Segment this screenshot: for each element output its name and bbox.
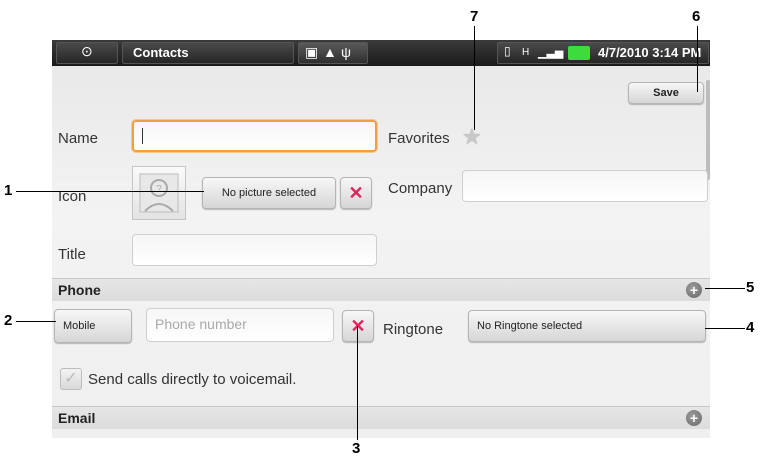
title-label: Title: [58, 246, 86, 263]
name-label: Name: [58, 130, 99, 147]
callout-4-line: [705, 328, 745, 329]
picture-button[interactable]: No picture selected: [202, 177, 336, 209]
callout-6-line: [697, 26, 698, 92]
callout-5-line: [705, 288, 745, 289]
svg-text:?: ?: [156, 184, 162, 195]
voicemail-label: Send calls directly to voicemail.: [88, 371, 297, 388]
phone-number-input[interactable]: Phone number: [146, 308, 334, 342]
delete-x-icon: ✕: [348, 182, 364, 203]
star-icon[interactable]: ★: [462, 124, 482, 150]
add-phone-icon[interactable]: +: [686, 282, 702, 298]
remove-phone-button[interactable]: ✕: [342, 310, 374, 342]
ringtone-button[interactable]: No Ringtone selected: [468, 310, 706, 342]
company-input[interactable]: [462, 170, 708, 202]
clock: 4/7/2010 3:14 PM: [598, 45, 702, 60]
person-placeholder-icon: ?: [139, 173, 179, 213]
ringtone-label: Ringtone: [383, 321, 444, 338]
edit-contact-screen: Save Name Favorites ★ Icon ? No picture …: [52, 66, 710, 438]
email-section-header: Email +: [52, 406, 710, 429]
app-title-segment[interactable]: Contacts: [122, 42, 294, 64]
notification-icons[interactable]: ▣ ▲ ψ: [298, 42, 368, 64]
scrollbar[interactable]: [706, 80, 710, 180]
system-status: ▯ H ▁▃▅ 4/7/2010 3:14 PM: [497, 42, 709, 64]
status-bar: ⊙ Contacts ▣ ▲ ψ ▯ H ▁▃▅ 4/7/2010 3:14 P…: [52, 40, 710, 66]
email-section-title: Email: [58, 410, 96, 426]
remove-picture-button[interactable]: ✕: [340, 177, 372, 209]
phone-section-header: Phone +: [52, 278, 710, 301]
voicemail-checkbox[interactable]: ✓: [60, 368, 82, 390]
circle-chevron-icon: ⊙: [81, 43, 93, 59]
delete-x-icon: ✕: [350, 315, 366, 336]
callout-2-line: [16, 321, 56, 322]
save-button[interactable]: Save: [628, 82, 704, 104]
text-cursor: [142, 128, 143, 144]
callout-2: 2: [4, 312, 13, 329]
app-title: Contacts: [133, 45, 189, 60]
add-email-icon[interactable]: +: [686, 410, 702, 426]
callout-7: 7: [470, 8, 479, 25]
favorites-label: Favorites: [388, 130, 450, 147]
vibrate-icon: ▯: [504, 44, 511, 58]
title-input[interactable]: [132, 234, 377, 266]
name-input[interactable]: [132, 120, 377, 152]
callout-1: 1: [4, 182, 13, 199]
callout-6: 6: [692, 8, 701, 25]
callout-1-line: [16, 191, 204, 192]
contact-photo[interactable]: ?: [132, 166, 186, 220]
callout-4: 4: [746, 319, 755, 336]
menu-button[interactable]: ⊙: [56, 42, 118, 64]
company-label: Company: [388, 180, 453, 197]
signal-icon: ▁▃▅: [538, 47, 564, 59]
network-type-icon: H: [522, 47, 530, 58]
phone-section-title: Phone: [58, 282, 101, 298]
phone-type-button[interactable]: Mobile: [54, 309, 132, 343]
callout-3: 3: [352, 440, 361, 457]
battery-charging-icon: [568, 46, 590, 60]
callout-3-line: [357, 326, 358, 440]
lock-icon: ▣: [305, 44, 319, 60]
callout-5: 5: [746, 279, 755, 296]
warning-icon: ▲: [323, 44, 337, 60]
usb-icon: ψ: [341, 44, 351, 60]
callout-7-line: [474, 26, 475, 130]
